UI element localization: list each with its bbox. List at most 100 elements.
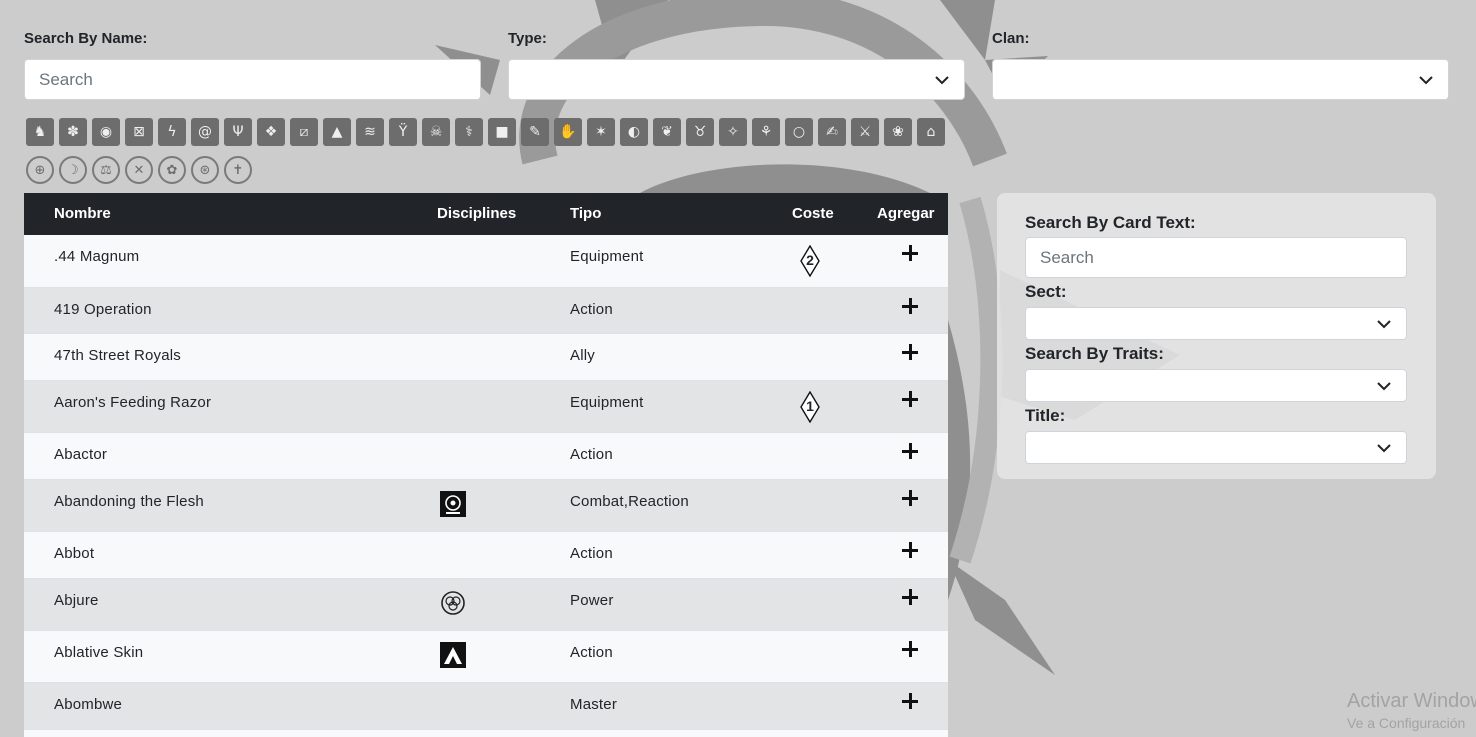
header-disciplines[interactable]: Disciplines: [437, 205, 516, 222]
cost-value: 1: [806, 398, 814, 414]
auspex-icon: [440, 491, 466, 517]
card-name[interactable]: Abactor: [54, 446, 107, 463]
card-name[interactable]: 419 Operation: [54, 301, 152, 318]
melpominee-icon[interactable]: ✎: [521, 118, 549, 146]
watermark-line1: Activar Windows: [1347, 690, 1476, 712]
card-type: Combat,Reaction: [570, 493, 689, 510]
table-header: Nombre Disciplines Tipo Coste Agregar: [24, 193, 948, 235]
card-name[interactable]: Abjure: [54, 592, 99, 609]
clan-filter-label: Clan:: [992, 30, 1030, 47]
redemption-icon[interactable]: ✿: [158, 156, 186, 184]
fortitude-icon[interactable]: ▲: [323, 118, 351, 146]
auspex-icon[interactable]: ❖: [257, 118, 285, 146]
serpentis-icon[interactable]: ✧: [719, 118, 747, 146]
martyrdom-icon[interactable]: ✕: [125, 156, 153, 184]
header-name[interactable]: Nombre: [54, 205, 111, 222]
chevron-down-icon: [1377, 382, 1391, 391]
add-card-button[interactable]: [900, 296, 920, 316]
table-row[interactable]: Abombwe Master: [24, 683, 948, 730]
cost-value: 2: [806, 252, 814, 268]
obeah-icon[interactable]: ◉: [92, 118, 120, 146]
necromancy-icon[interactable]: Ÿ: [389, 118, 417, 146]
card-name[interactable]: Abombwe: [54, 696, 122, 713]
table-row[interactable]: .44 Magnum Equipment 2: [24, 235, 948, 288]
clan-select[interactable]: [992, 59, 1449, 100]
type-select[interactable]: [508, 59, 965, 100]
add-card-button[interactable]: [900, 639, 920, 659]
table-row[interactable]: 47th Street Royals Ally: [24, 334, 948, 381]
add-card-button[interactable]: [900, 243, 920, 263]
quietus-icon[interactable]: ✶: [587, 118, 615, 146]
traits-select[interactable]: [1025, 369, 1407, 402]
valeren-icon[interactable]: ⚕: [455, 118, 483, 146]
chevron-down-icon: [1419, 76, 1433, 85]
visceratika-icon[interactable]: ♉: [686, 118, 714, 146]
add-card-button[interactable]: [900, 342, 920, 362]
add-card-button[interactable]: [900, 540, 920, 560]
title-select[interactable]: [1025, 431, 1407, 464]
table-row[interactable]: Abjure Power: [24, 579, 948, 631]
table-row[interactable]: Aaron's Feeding Razor Equipment 1: [24, 381, 948, 433]
traits-label: Search By Traits:: [1025, 344, 1164, 363]
card-name[interactable]: Aaron's Feeding Razor: [54, 394, 211, 411]
card-type: Action: [570, 545, 613, 562]
card-name[interactable]: .44 Magnum: [54, 248, 139, 265]
table-row[interactable]: Abominación Ar...Event: [24, 730, 948, 737]
animalism-icon[interactable]: ♞: [26, 118, 54, 146]
card-name[interactable]: Abandoning the Flesh: [54, 493, 204, 510]
dementation-icon[interactable]: ⊠: [125, 118, 153, 146]
header-cost[interactable]: Coste: [792, 205, 834, 222]
card-text-search-input[interactable]: Search: [1025, 237, 1407, 278]
watermark-line2: Ve a Configuración: [1347, 715, 1466, 731]
mytherceria-icon[interactable]: ❀: [884, 118, 912, 146]
judgment-icon[interactable]: ⚖: [92, 156, 120, 184]
chimerstry-icon[interactable]: @: [191, 118, 219, 146]
sect-select[interactable]: [1025, 307, 1407, 340]
vicissitude-icon[interactable]: ⚔: [851, 118, 879, 146]
daimoinon-icon[interactable]: Ψ: [224, 118, 252, 146]
chevron-down-icon: [1377, 444, 1391, 453]
card-name[interactable]: Abbot: [54, 545, 94, 562]
add-card-button[interactable]: [900, 488, 920, 508]
presence-icon[interactable]: ✋: [554, 118, 582, 146]
innocence-icon[interactable]: ☽: [59, 156, 87, 184]
table-row[interactable]: Abandoning the Flesh Combat,Reaction: [24, 480, 948, 532]
type-filter-label: Type:: [508, 30, 547, 47]
dominate-icon[interactable]: ⧄: [290, 118, 318, 146]
discipline-icons-row: ♞ ✽ ◉ ⊠ ϟ @ Ψ ❖ ⧄ ▲ ≋ Ÿ ☠ ⚕ ■ ✎ ✋ ✶ ◐ ❦ ♉ ✧ ⚘ ○ ✍ ⚔ ❀ ⌂: [26, 118, 945, 146]
thaumaturgy-icon[interactable]: ◐: [620, 118, 648, 146]
protean-icon[interactable]: ✽: [59, 118, 87, 146]
header-add[interactable]: Agregar: [877, 205, 935, 222]
defense-icon[interactable]: ⊕: [26, 156, 54, 184]
thanatosis-icon[interactable]: ☠: [422, 118, 450, 146]
temporis-icon[interactable]: ❦: [653, 118, 681, 146]
vengeance-icon[interactable]: ⊛: [191, 156, 219, 184]
table-row[interactable]: Ablative Skin Action: [24, 631, 948, 683]
card-name[interactable]: Ablative Skin: [54, 644, 143, 661]
name-search-input[interactable]: Search: [24, 59, 481, 100]
header-type[interactable]: Tipo: [570, 205, 601, 222]
fortitude-icon: [440, 642, 466, 668]
potence-icon[interactable]: ≋: [356, 118, 384, 146]
sanguinus-icon[interactable]: ○: [785, 118, 813, 146]
card-name[interactable]: 47th Street Royals: [54, 347, 181, 364]
table-row[interactable]: Abactor Action: [24, 433, 948, 480]
card-type: Master: [570, 696, 618, 713]
vision-icon[interactable]: ✝: [224, 156, 252, 184]
table-row[interactable]: Abbot Action: [24, 532, 948, 579]
add-card-button[interactable]: [900, 441, 920, 461]
spiritus-icon[interactable]: ⚘: [752, 118, 780, 146]
card-type: Action: [570, 446, 613, 463]
celerity-icon[interactable]: ϟ: [158, 118, 186, 146]
table-row[interactable]: 419 Operation Action: [24, 288, 948, 334]
table-body: .44 Magnum Equipment 2 419 Operation Action 4…: [24, 235, 948, 737]
add-card-button[interactable]: [900, 691, 920, 711]
add-card-button[interactable]: [900, 389, 920, 409]
card-type: Equipment: [570, 248, 644, 265]
advanced-filters-panel: Search By Card Text: Search Sect: Search…: [997, 193, 1436, 479]
flight-icon[interactable]: ⌂: [917, 118, 945, 146]
obfuscate-icon[interactable]: ■: [488, 118, 516, 146]
obtenebration-icon[interactable]: ✍: [818, 118, 846, 146]
sect-label: Sect:: [1025, 282, 1067, 301]
add-card-button[interactable]: [900, 587, 920, 607]
